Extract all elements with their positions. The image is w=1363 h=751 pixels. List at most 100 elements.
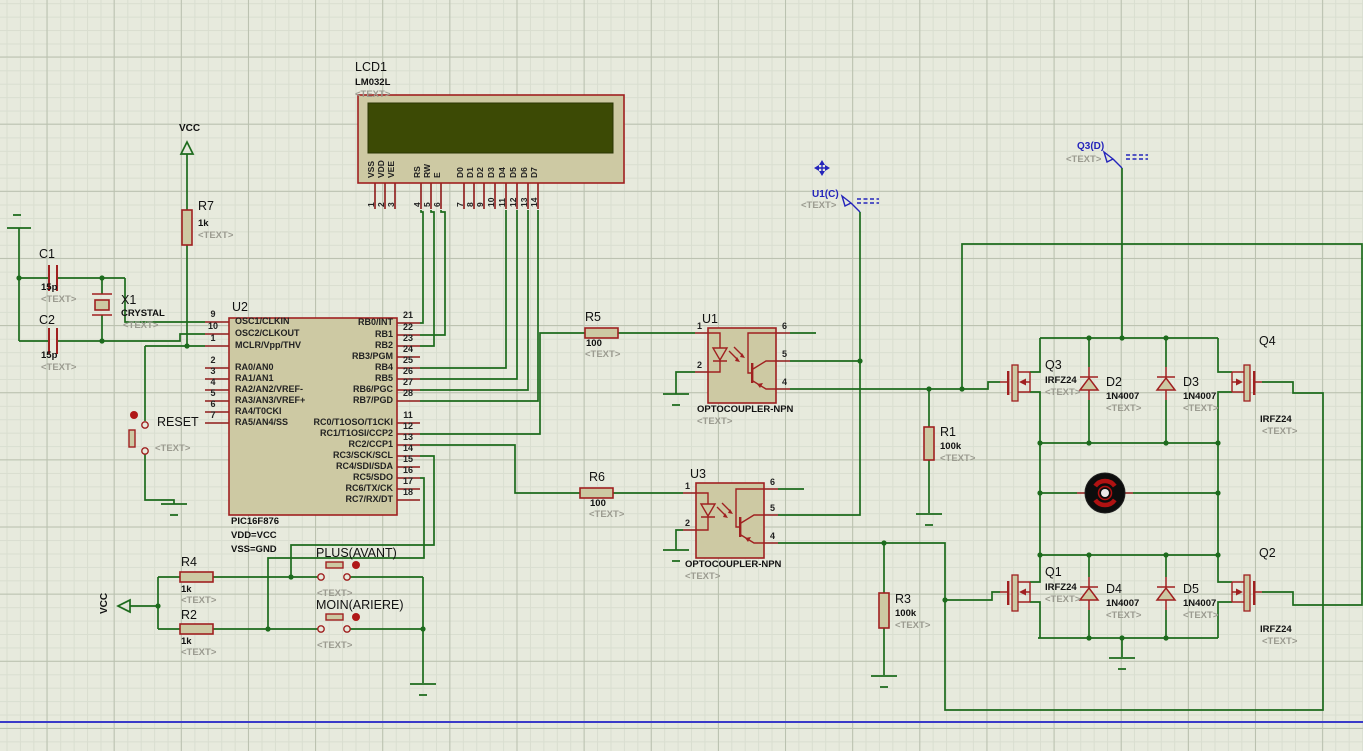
mcu-pin-number-2: 2 [203, 356, 223, 365]
ground-symbol-topleft[interactable] [7, 215, 31, 228]
ground-symbol-reset[interactable] [161, 504, 187, 515]
vcc-terminal-top[interactable] [181, 142, 193, 154]
mcu-pin-number-5: 5 [203, 389, 223, 398]
r3-ref: R3 [895, 593, 911, 606]
resistor-r3[interactable] [879, 593, 889, 628]
c2-ref: C2 [39, 314, 55, 327]
moin-plunger[interactable] [352, 613, 360, 621]
plus-plunger[interactable] [352, 561, 360, 569]
lcd-pin-name-D2: D2 [476, 167, 485, 178]
u1c-text: <TEXT> [801, 201, 836, 211]
lcd-pin-number-2: 2 [377, 202, 386, 207]
lcd-pin-number-7: 7 [456, 202, 465, 207]
u1-ref: U1 [702, 313, 718, 326]
mcu-pin-number-7: 7 [203, 411, 223, 420]
mcu-pin-number-3: 3 [203, 367, 223, 376]
vcc-terminal-left[interactable] [118, 600, 130, 612]
r3-val: 100k [895, 609, 916, 619]
wire-lcd-bus[interactable] [420, 210, 538, 401]
ground-symbol-r1[interactable] [916, 514, 942, 525]
lcd1-model: LM032L [355, 78, 390, 88]
mosfet-q3[interactable] [1000, 365, 1030, 401]
mcu-pin-name-RC4/SDI/SDA: RC4/SDI/SDA [253, 462, 393, 471]
lcd-pin-number-5: 5 [423, 202, 432, 207]
ground-symbol-bridge[interactable] [1109, 658, 1135, 669]
u1-pin6-num: 6 [782, 322, 787, 331]
d5-val: 1N4007 [1183, 599, 1216, 609]
u1-pin2-num: 2 [697, 361, 702, 370]
u2-note2: VSS=GND [231, 545, 277, 555]
lcd-screen [368, 103, 613, 153]
dc-motor[interactable] [1085, 473, 1125, 513]
resistor-r5[interactable] [585, 328, 618, 338]
r1-ref: R1 [940, 426, 956, 439]
mosfet-q2[interactable] [1232, 575, 1262, 611]
ground-symbol-buttons[interactable] [410, 684, 436, 695]
optocoupler-u3[interactable] [696, 483, 764, 558]
d2-text: <TEXT> [1106, 404, 1141, 414]
probe-u1c[interactable] [842, 196, 879, 212]
reset-plunger[interactable] [130, 411, 138, 419]
lcd-pin-number-11: 11 [498, 198, 507, 207]
mcu-pin-name-RA4/T0CKI: RA4/T0CKI [235, 407, 282, 416]
crystal-x1[interactable] [92, 294, 112, 315]
ground-symbol-r3[interactable] [871, 676, 897, 687]
lcd-pin-number-3: 3 [387, 202, 396, 207]
resistor-r6[interactable] [580, 488, 613, 498]
mosfet-q4[interactable] [1232, 365, 1262, 401]
r7-val: 1k [198, 219, 209, 229]
mcu-pin-name-RB6/PGC: RB6/PGC [253, 385, 393, 394]
u3-text: <TEXT> [685, 572, 720, 582]
r4-text: <TEXT> [181, 596, 216, 606]
diode-d5[interactable] [1157, 577, 1175, 610]
u1c-label: U1(C) [812, 190, 839, 201]
diode-d3[interactable] [1157, 367, 1175, 400]
lcd-pin-number-9: 9 [476, 202, 485, 207]
mcu-pin-number-4: 4 [203, 378, 223, 387]
wire-mid-area[interactable] [420, 212, 1362, 710]
r5-ref: R5 [585, 311, 601, 324]
r1-text: <TEXT> [940, 454, 975, 464]
mcu-pin-number-24: 24 [399, 345, 417, 354]
r5-text: <TEXT> [585, 350, 620, 360]
resistor-r4[interactable] [180, 572, 213, 582]
lcd-pin-name-RS: RS [413, 166, 422, 178]
d2-val: 1N4007 [1106, 392, 1139, 402]
mcu-pin-number-13: 13 [399, 433, 417, 442]
mosfet-q1[interactable] [1000, 575, 1030, 611]
mcu-pin-number-26: 26 [399, 367, 417, 376]
schematic-canvas[interactable]: LCD1LM032L<TEXT>VCCR71k<TEXT>C115p<TEXT>… [0, 0, 1363, 751]
mcu-pin-number-27: 27 [399, 378, 417, 387]
lcd-pin-name-D0: D0 [456, 167, 465, 178]
c1-ref: C1 [39, 248, 55, 261]
mcu-pin-number-14: 14 [399, 444, 417, 453]
lcd1-text: <TEXT> [355, 90, 390, 100]
lcd-pin-number-14: 14 [530, 198, 539, 207]
r5-val: 100 [586, 339, 602, 349]
mcu-pin-name-RC3/SCK/SCL: RC3/SCK/SCL [253, 451, 393, 460]
u1-pin4-num: 4 [782, 378, 787, 387]
u3-pin2-num: 2 [685, 519, 690, 528]
mcu-pin-name-RC7/RX/DT: RC7/RX/DT [253, 495, 393, 504]
diode-d2[interactable] [1080, 367, 1098, 400]
lcd-pin-name-D3: D3 [487, 167, 496, 178]
resistor-r2[interactable] [180, 624, 213, 634]
ground-symbol-u1[interactable] [663, 394, 689, 405]
lcd1-ref: LCD1 [355, 61, 387, 74]
q2-ref: Q2 [1259, 547, 1276, 560]
u1-text: <TEXT> [697, 417, 732, 427]
resistor-r1[interactable] [924, 427, 934, 460]
q4-val: IRFZ24 [1260, 415, 1292, 425]
c2-text: <TEXT> [41, 363, 76, 373]
d3-text: <TEXT> [1183, 404, 1218, 414]
vcc1-label: VCC [179, 124, 200, 135]
c2-val: 15p [41, 351, 57, 361]
mcu-pin-name-RC6/TX/CK: RC6/TX/CK [253, 484, 393, 493]
u3-pin6-num: 6 [770, 478, 775, 487]
u2-part: PIC16F876 [231, 517, 279, 527]
optocoupler-u1[interactable] [708, 328, 776, 403]
mcu-pin-number-28: 28 [399, 389, 417, 398]
probe-q3d[interactable] [1104, 152, 1148, 168]
diode-d4[interactable] [1080, 577, 1098, 610]
resistor-r7[interactable] [182, 210, 192, 245]
